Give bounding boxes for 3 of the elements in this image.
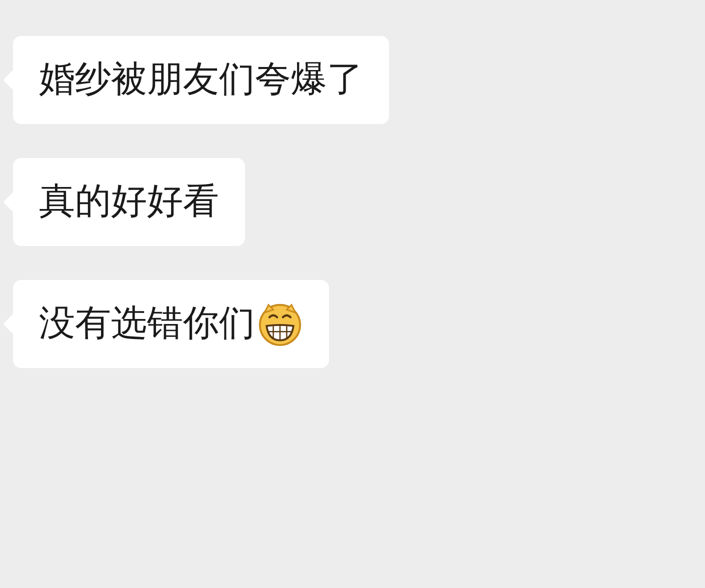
message-text: 没有选错你们 (39, 302, 255, 346)
message-text: 婚纱被朋友们夸爆了 (39, 58, 363, 102)
message-text: 真的好好看 (39, 180, 219, 224)
